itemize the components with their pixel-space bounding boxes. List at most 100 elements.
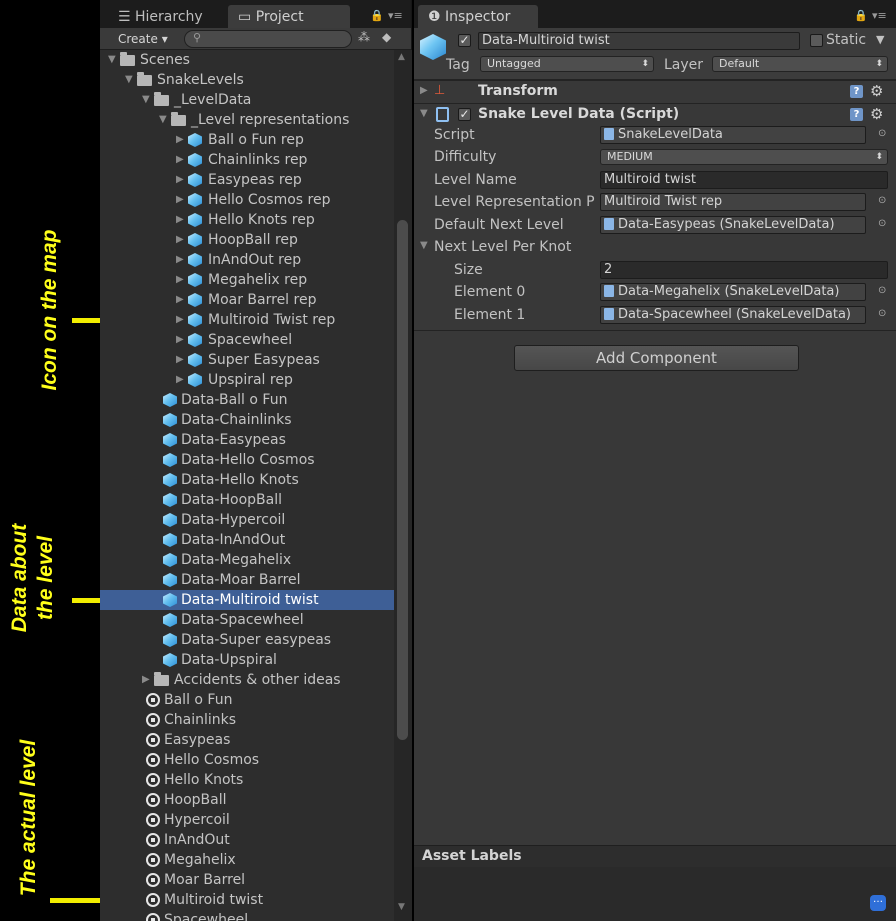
- collapse-triangle-icon[interactable]: ▶: [176, 310, 184, 330]
- folder-row[interactable]: ▼ Scenes: [100, 50, 394, 70]
- asset-row[interactable]: ▶ Multiroid Twist rep: [100, 310, 394, 330]
- asset-row[interactable]: Data-Super easypeas: [100, 630, 394, 650]
- asset-row[interactable]: Data-Hypercoil: [100, 510, 394, 530]
- element-1-field[interactable]: Data-Spacewheel (SnakeLevelData): [600, 306, 866, 324]
- collapse-triangle-icon[interactable]: ▶: [176, 230, 184, 250]
- panel-menu-icon[interactable]: ▾≡: [388, 9, 403, 22]
- asset-row[interactable]: Data-Hello Cosmos: [100, 450, 394, 470]
- asset-row[interactable]: Data-Megahelix: [100, 550, 394, 570]
- collapse-triangle-icon[interactable]: ▶: [142, 670, 150, 690]
- collapse-triangle-icon[interactable]: ▶: [176, 190, 184, 210]
- asset-row[interactable]: Data-Moar Barrel: [100, 570, 394, 590]
- static-checkbox[interactable]: [810, 34, 823, 47]
- level-name-field[interactable]: Multiroid twist: [600, 171, 888, 189]
- asset-row[interactable]: ▶ Spacewheel: [100, 330, 394, 350]
- expand-triangle-icon[interactable]: ▼: [420, 240, 428, 251]
- scene-row[interactable]: Hypercoil: [100, 810, 394, 830]
- tag-dropdown[interactable]: Untagged ⬍: [480, 56, 654, 72]
- object-picker-icon[interactable]: ⊙: [878, 128, 886, 139]
- collapse-triangle-icon[interactable]: ▶: [176, 350, 184, 370]
- object-name-field[interactable]: Data-Multiroid twist: [478, 32, 800, 50]
- next-level-per-knot-label[interactable]: Next Level Per Knot: [434, 238, 571, 256]
- scene-row[interactable]: HoopBall: [100, 790, 394, 810]
- scene-row[interactable]: Megahelix: [100, 850, 394, 870]
- asset-row[interactable]: Data-Easypeas: [100, 430, 394, 450]
- scene-row[interactable]: Hello Knots: [100, 770, 394, 790]
- collapse-triangle-icon[interactable]: ▶: [176, 210, 184, 230]
- element-0-field[interactable]: Data-Megahelix (SnakeLevelData): [600, 283, 866, 301]
- asset-row[interactable]: Data-Upspiral: [100, 650, 394, 670]
- collapse-triangle-icon[interactable]: ▶: [176, 290, 184, 310]
- add-component-button[interactable]: Add Component: [514, 345, 799, 371]
- object-picker-icon[interactable]: ⊙: [878, 218, 886, 229]
- scene-row[interactable]: Chainlinks: [100, 710, 394, 730]
- lock-icon[interactable]: 🔒: [370, 9, 384, 22]
- object-picker-icon[interactable]: ⊙: [878, 308, 886, 319]
- expand-triangle-icon[interactable]: ▼: [108, 50, 116, 70]
- asset-row[interactable]: ▶ Ball o Fun rep: [100, 130, 394, 150]
- tab-inspector[interactable]: ❶ Inspector: [418, 5, 538, 28]
- object-picker-icon[interactable]: ⊙: [878, 195, 886, 206]
- gear-icon[interactable]: ⚙: [870, 82, 883, 100]
- level-representation-field[interactable]: Multiroid Twist rep: [600, 193, 866, 211]
- scroll-up-icon[interactable]: ▲: [398, 52, 405, 62]
- collapse-triangle-icon[interactable]: ▶: [176, 250, 184, 270]
- collapse-triangle-icon[interactable]: ▶: [176, 370, 184, 390]
- help-icon[interactable]: ?: [850, 108, 863, 121]
- collapse-triangle-icon[interactable]: ▶: [176, 330, 184, 350]
- help-icon[interactable]: ?: [850, 85, 863, 98]
- asset-row[interactable]: ▶ InAndOut rep: [100, 250, 394, 270]
- scene-row[interactable]: Spacewheel: [100, 910, 394, 921]
- tab-hierarchy[interactable]: ☰ Hierarchy: [108, 5, 213, 28]
- asset-row[interactable]: Data-Chainlinks: [100, 410, 394, 430]
- size-field[interactable]: 2: [600, 261, 888, 279]
- difficulty-dropdown[interactable]: MEDIUM ⬍: [600, 149, 888, 165]
- filter-by-type-icon[interactable]: ⁂: [358, 30, 370, 44]
- folder-row[interactable]: ▼ _LevelData: [100, 90, 394, 110]
- asset-row[interactable]: ▶ HoopBall rep: [100, 230, 394, 250]
- expand-triangle-icon[interactable]: ▼: [125, 70, 133, 90]
- active-checkbox[interactable]: ✓: [458, 34, 471, 47]
- scene-row[interactable]: Multiroid twist: [100, 890, 394, 910]
- collapse-triangle-icon[interactable]: ▶: [420, 85, 428, 96]
- folder-row[interactable]: ▼ _Level representations: [100, 110, 394, 130]
- asset-row[interactable]: Data-InAndOut: [100, 530, 394, 550]
- create-button[interactable]: Create ▾: [106, 31, 172, 47]
- expand-triangle-icon[interactable]: ▼: [159, 110, 167, 130]
- static-dropdown-icon[interactable]: ▼: [876, 31, 884, 49]
- asset-row[interactable]: ▶ Upspiral rep: [100, 370, 394, 390]
- expand-triangle-icon[interactable]: ▼: [420, 108, 428, 119]
- scroll-down-icon[interactable]: ▼: [398, 902, 405, 912]
- layer-dropdown[interactable]: Default ⬍: [712, 56, 888, 72]
- asset-row[interactable]: ▶ Moar Barrel rep: [100, 290, 394, 310]
- expand-triangle-icon[interactable]: ▼: [142, 90, 150, 110]
- asset-row[interactable]: Data-HoopBall: [100, 490, 394, 510]
- default-next-level-field[interactable]: Data-Easypeas (SnakeLevelData): [600, 216, 866, 234]
- scene-row[interactable]: Ball o Fun: [100, 690, 394, 710]
- project-scrollbar[interactable]: ▲ ▼: [394, 50, 412, 921]
- asset-row[interactable]: ▶ Hello Cosmos rep: [100, 190, 394, 210]
- filter-by-label-icon[interactable]: ◆: [382, 30, 391, 44]
- gear-icon[interactable]: ⚙: [870, 105, 883, 123]
- scene-row[interactable]: Moar Barrel: [100, 870, 394, 890]
- tab-project[interactable]: ▭ Project: [228, 5, 350, 28]
- asset-row[interactable]: Data-Spacewheel: [100, 610, 394, 630]
- asset-row[interactable]: ▶ Super Easypeas: [100, 350, 394, 370]
- panel-menu-icon[interactable]: ▾≡: [872, 9, 887, 22]
- asset-row[interactable]: ▶ Chainlinks rep: [100, 150, 394, 170]
- collapse-triangle-icon[interactable]: ▶: [176, 150, 184, 170]
- component-enabled-checkbox[interactable]: ✓: [458, 108, 471, 121]
- asset-row[interactable]: Data-Ball o Fun: [100, 390, 394, 410]
- asset-row[interactable]: Data-Hello Knots: [100, 470, 394, 490]
- asset-row[interactable]: ▶ Hello Knots rep: [100, 210, 394, 230]
- script-field[interactable]: SnakeLevelData: [600, 126, 866, 144]
- collapse-triangle-icon[interactable]: ▶: [176, 270, 184, 290]
- scene-row[interactable]: InAndOut: [100, 830, 394, 850]
- lock-icon[interactable]: 🔒: [854, 9, 868, 22]
- collapse-triangle-icon[interactable]: ▶: [176, 130, 184, 150]
- folder-row[interactable]: ▼ SnakeLevels: [100, 70, 394, 90]
- transform-component-header[interactable]: ▶ ⊥ Transform ? ⚙: [414, 80, 896, 102]
- scrollbar-thumb[interactable]: [397, 220, 408, 740]
- folder-row[interactable]: ▶ Accidents & other ideas: [100, 670, 394, 690]
- collapse-triangle-icon[interactable]: ▶: [176, 170, 184, 190]
